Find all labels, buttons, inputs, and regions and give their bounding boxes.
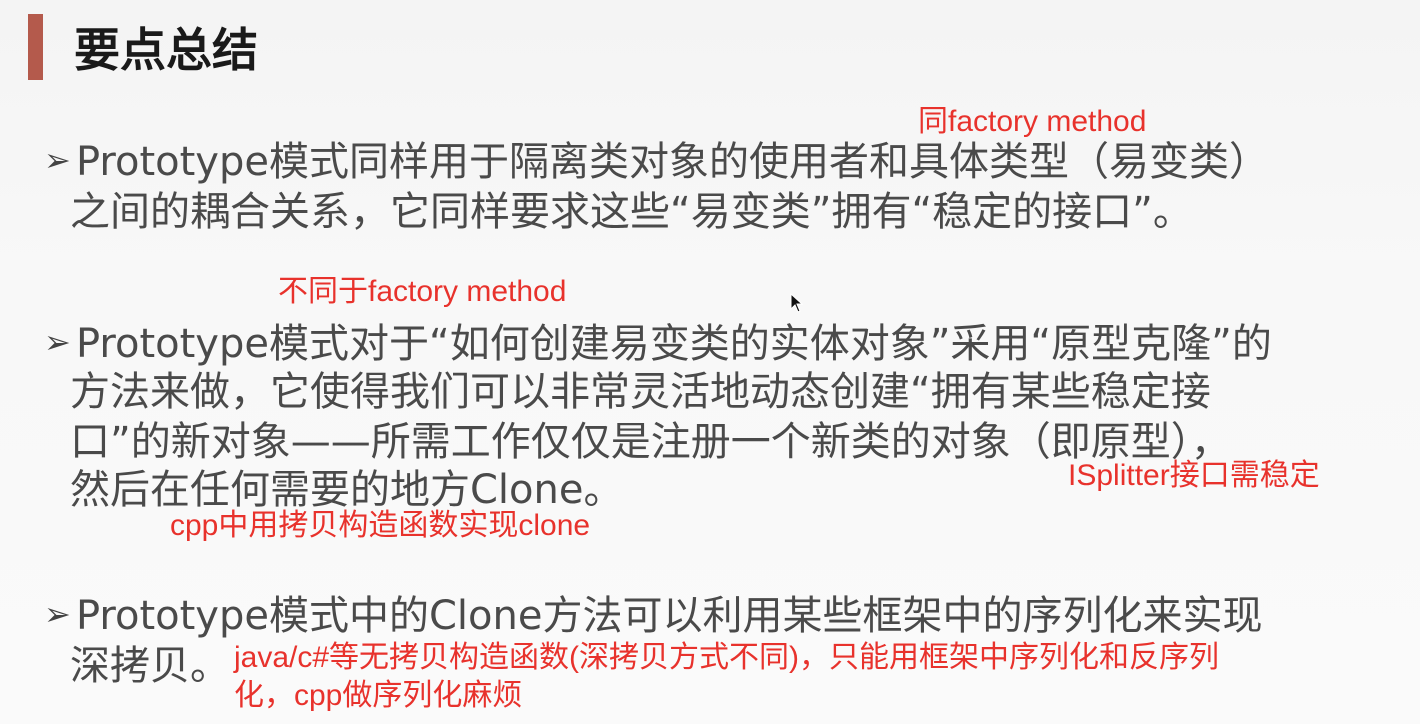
- bullet-1-line-1: ➢ Prototype模式同样用于隔离类对象的使用者和具体类型（易变类）: [44, 136, 1269, 186]
- mouse-cursor-icon: [790, 293, 804, 313]
- bullet-2-line-1: ➢ Prototype模式对于“如何创建易变类的实体对象”采用“原型克隆”的: [44, 318, 1272, 368]
- bullet-2-line-3: 口”的新对象——所需工作仅仅是注册一个新类的对象（即原型），: [70, 419, 1231, 465]
- bullet-2-line-4: 然后在任何需要的地方Clone。: [70, 467, 624, 513]
- bullet-arrow-icon: ➢: [44, 323, 71, 361]
- bullet-2-line-2: 方法来做，它使得我们可以非常灵活地动态创建“拥有某些稳定接: [70, 369, 1211, 415]
- note-isplitter: ISplitter接口需稳定: [1068, 459, 1320, 492]
- slide: 要点总结 ➢ Prototype模式同样用于隔离类对象的使用者和具体类型（易变类）…: [0, 0, 1420, 724]
- note-diff-factory: 不同于factory method: [278, 275, 567, 308]
- bullet-3-line-1: ➢ Prototype模式中的Clone方法可以利用某些框架中的序列化来实现: [44, 590, 1262, 640]
- note-java-line-2: 化，cpp做序列化麻烦: [234, 679, 523, 712]
- bullet-3-line-2: 深拷贝。: [70, 643, 230, 689]
- title-accent-bar: [28, 14, 43, 80]
- bullet-1-line-2: 之间的耦合关系，它同样要求这些“易变类”拥有“稳定的接口”。: [70, 189, 1193, 235]
- bullet-arrow-icon: ➢: [44, 595, 71, 633]
- note-cpp-clone: cpp中用拷贝构造函数实现clone: [170, 509, 591, 542]
- note-same-factory: 同factory method: [918, 105, 1147, 138]
- note-java-line-1: java/c#等无拷贝构造函数(深拷贝方式不同)，只能用框架中序列化和反序列: [234, 641, 1220, 674]
- bullet-arrow-icon: ➢: [44, 141, 71, 179]
- slide-title: 要点总结: [74, 23, 258, 77]
